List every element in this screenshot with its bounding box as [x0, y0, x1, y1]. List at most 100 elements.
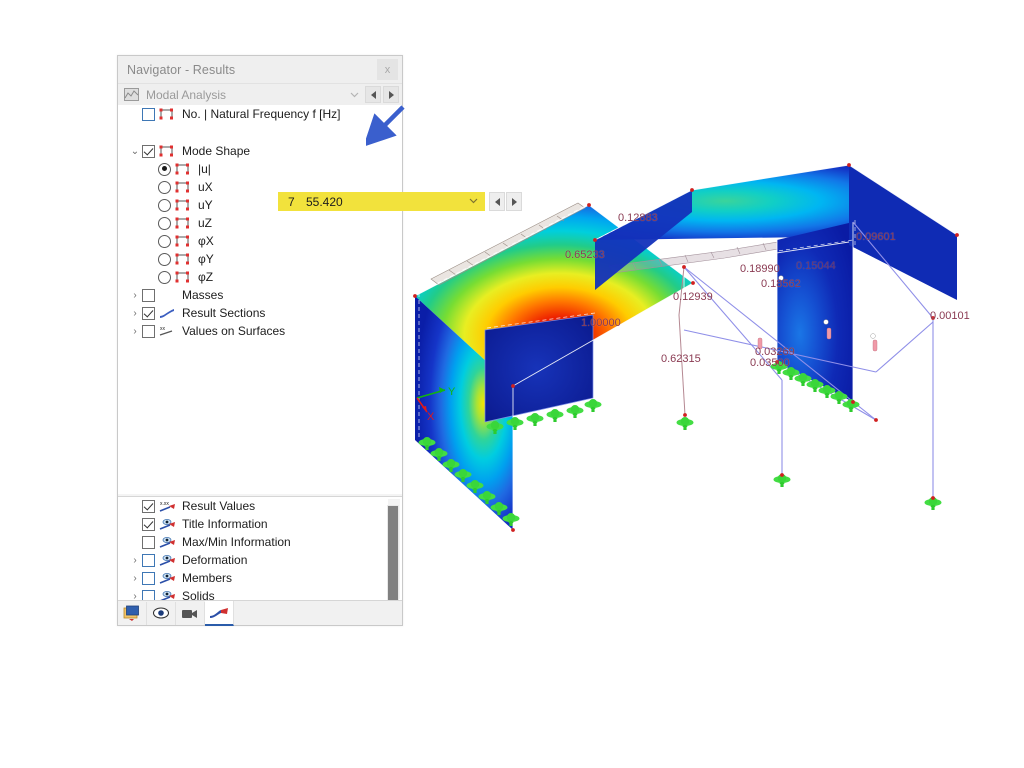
result-value-label: 0.12883	[618, 212, 658, 224]
svg-text:xx: xx	[160, 326, 166, 332]
maxmin-information-checkbox[interactable]	[142, 535, 155, 549]
values-on-surfaces-checkbox[interactable]	[142, 324, 155, 338]
tree-row-result-sections[interactable]: › Result Sections	[118, 304, 402, 322]
natural-frequency-checkbox[interactable]	[142, 107, 155, 121]
eye-icon	[159, 572, 177, 585]
surface-icon	[159, 108, 177, 120]
result-value-label: 0.09601	[856, 231, 896, 243]
list-item-deformation[interactable]: › Deformation	[118, 551, 402, 569]
analysis-selector-label: Modal Analysis	[146, 87, 227, 102]
result-value-label: 0.18562	[761, 278, 801, 290]
tree-row-phiy[interactable]: φY	[118, 250, 402, 268]
list-item-members[interactable]: › Members	[118, 569, 402, 587]
result-value-label: 0.03500	[750, 357, 790, 369]
tree-row-values-on-surfaces[interactable]: › xx Values on Surfaces	[118, 322, 402, 340]
tree-label: Masses	[182, 288, 224, 302]
xxx-icon: x.xx	[159, 500, 177, 513]
list-item-result-values[interactable]: x.xx Result Values	[118, 497, 402, 515]
surface-icon	[175, 235, 193, 247]
masses-checkbox[interactable]	[142, 288, 155, 302]
eye-icon	[159, 536, 177, 549]
result-value-label: 0.00101	[930, 310, 970, 322]
surface-icon	[159, 145, 177, 157]
tree-label: Mode Shape	[182, 144, 251, 158]
panel-toolstrip[interactable]	[118, 600, 402, 626]
tree-label: uZ	[198, 216, 213, 230]
svg-text:x.xx: x.xx	[160, 501, 169, 507]
result-value-label: 0.18990	[740, 263, 780, 275]
result-section-icon[interactable]	[205, 600, 234, 626]
navigator-results-panel[interactable]: Navigator - Results x Modal Analysis No.…	[117, 55, 522, 626]
list-label: Max/Min Information	[182, 535, 291, 549]
analysis-prev-button[interactable]	[365, 86, 381, 103]
eye-icon	[159, 518, 177, 531]
phix-radio[interactable]	[158, 234, 171, 248]
phiz-radio[interactable]	[158, 270, 171, 284]
title-information-checkbox[interactable]	[142, 517, 155, 531]
result-sections-checkbox[interactable]	[142, 306, 155, 320]
open-results-icon[interactable]	[118, 601, 147, 625]
frequency-combo[interactable]: 7 55.420	[278, 192, 485, 211]
tree-label: uY	[198, 198, 213, 212]
chevron-down-icon[interactable]	[349, 89, 360, 100]
list-item-solids[interactable]: › Solids	[118, 587, 402, 601]
expander-icon[interactable]: ›	[128, 290, 142, 301]
list-item-maxmin-information[interactable]: Max/Min Information	[118, 533, 402, 551]
members-checkbox[interactable]	[142, 571, 155, 585]
frequency-number: 7	[288, 194, 295, 209]
expander-icon[interactable]: ›	[128, 308, 142, 319]
mode-shape-checkbox[interactable]	[142, 144, 155, 158]
visibility-icon[interactable]	[147, 601, 176, 625]
panel-titlebar: Navigator - Results x	[118, 56, 402, 84]
tree-row-uz[interactable]: uZ	[118, 214, 402, 232]
expander-icon[interactable]: ›	[128, 573, 142, 584]
tree-row-phiz[interactable]: φZ	[118, 268, 402, 286]
tree-label: φZ	[198, 270, 214, 284]
tree-row-masses[interactable]: › Masses	[118, 286, 402, 304]
panel-title: Navigator - Results	[127, 62, 236, 77]
ux-radio[interactable]	[158, 180, 171, 194]
display-options-list[interactable]: x.xx Result Values Title Information Max…	[118, 496, 402, 601]
tree-label: φY	[198, 252, 214, 266]
surface-icon	[175, 217, 193, 229]
list-item-title-information[interactable]: Title Information	[118, 515, 402, 533]
surface-icon	[175, 163, 193, 175]
results-tree[interactable]: No. | Natural Frequency f [Hz] ⌄ Mode Sh…	[118, 105, 402, 494]
tree-row-natural-frequency[interactable]: No. | Natural Frequency f [Hz]	[118, 105, 402, 123]
surface-icon	[175, 181, 193, 193]
svg-text:Y: Y	[448, 386, 456, 398]
frequency-value: 55.420	[306, 194, 343, 209]
uy-radio[interactable]	[158, 198, 171, 212]
deformation-checkbox[interactable]	[142, 553, 155, 567]
surface-icon	[175, 271, 193, 283]
analysis-selector[interactable]: Modal Analysis	[118, 84, 402, 106]
result-value-label: 0.15044	[796, 260, 836, 272]
tree-row-phix[interactable]: φX	[118, 232, 402, 250]
expander-icon[interactable]: ⌄	[128, 146, 142, 157]
analysis-next-button[interactable]	[383, 86, 399, 103]
chevron-down-icon[interactable]	[468, 195, 479, 209]
frequency-next-button[interactable]	[506, 192, 522, 211]
result-values-checkbox[interactable]	[142, 499, 155, 513]
frequency-prev-button[interactable]	[489, 192, 505, 211]
tree-label: uX	[198, 180, 213, 194]
section-icon	[159, 307, 177, 319]
expander-icon[interactable]: ›	[128, 326, 142, 337]
tree-label: Values on Surfaces	[182, 324, 286, 338]
tree-label: φX	[198, 234, 214, 248]
camera-icon[interactable]	[176, 601, 205, 625]
tree-label: Result Sections	[182, 306, 266, 320]
tree-label: |u|	[198, 162, 211, 176]
phiy-radio[interactable]	[158, 252, 171, 266]
expander-icon[interactable]: ›	[128, 555, 142, 566]
eye-icon	[159, 554, 177, 567]
svg-text:X: X	[427, 411, 435, 423]
uz-radio[interactable]	[158, 216, 171, 230]
result-value-label: 0.62315	[661, 353, 701, 365]
u-abs-radio[interactable]	[158, 162, 171, 176]
result-value-label: 0.12939	[673, 291, 713, 303]
close-icon[interactable]: x	[377, 59, 398, 80]
screen: Y X 0.65233 0.12883 1.00000 0.12939 0.18…	[0, 0, 1024, 768]
tree-row-u-abs[interactable]: |u|	[118, 160, 402, 178]
tree-row-mode-shape[interactable]: ⌄ Mode Shape	[118, 142, 402, 160]
